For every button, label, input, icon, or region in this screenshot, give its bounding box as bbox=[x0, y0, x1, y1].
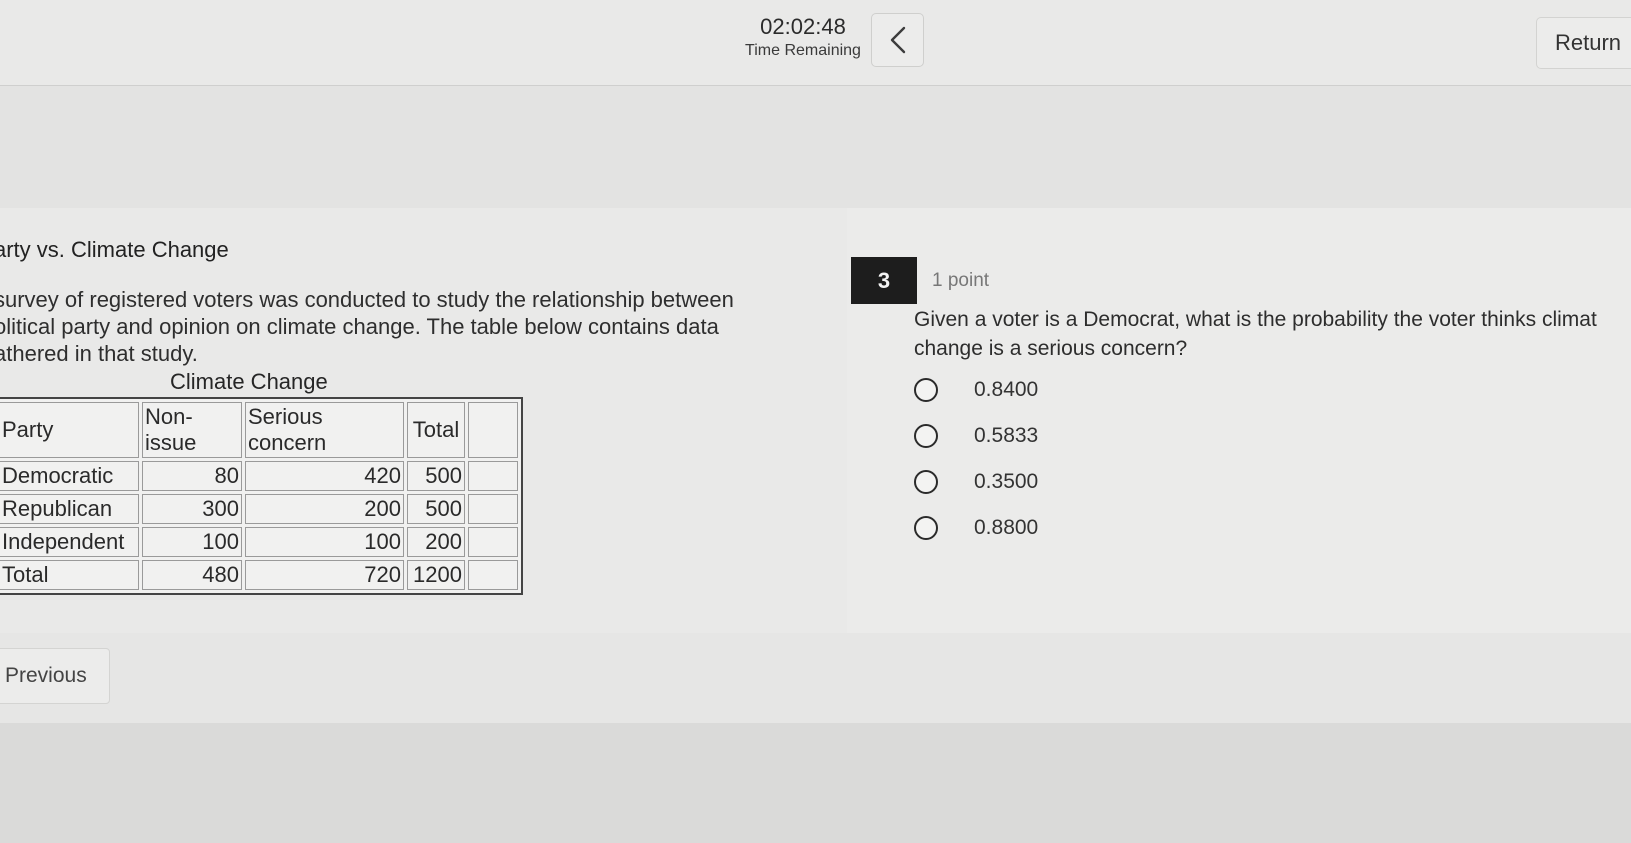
table-cell bbox=[468, 494, 518, 524]
question-line: change is a serious concern? bbox=[914, 337, 1188, 360]
table-header-cell: Non-issue bbox=[142, 402, 242, 458]
table-cell: 480 bbox=[142, 560, 242, 590]
radio-button[interactable] bbox=[914, 378, 938, 402]
table-cell: 500 bbox=[407, 461, 465, 491]
footer-bar bbox=[0, 633, 1631, 723]
answer-option[interactable]: 0.5833 bbox=[914, 420, 1038, 452]
collapse-timer-button[interactable] bbox=[871, 13, 924, 67]
timer-label: Time Remaining bbox=[745, 42, 861, 59]
passage-line: athered in that study. bbox=[0, 341, 198, 366]
radio-button[interactable] bbox=[914, 424, 938, 448]
answer-option-label[interactable]: 0.8800 bbox=[974, 516, 1038, 540]
table-cell: Independent bbox=[0, 527, 139, 557]
table-cell: 1200 bbox=[407, 560, 465, 590]
table-cell: 720 bbox=[245, 560, 404, 590]
passage-line: olitical party and opinion on climate ch… bbox=[0, 314, 719, 339]
table-cell bbox=[468, 560, 518, 590]
radio-button[interactable] bbox=[914, 470, 938, 494]
table-cell: Total bbox=[0, 560, 139, 590]
table-header-row: Party Non-issue Serious concern Total bbox=[0, 402, 518, 458]
table-row: Democratic 80 420 500 bbox=[0, 461, 518, 491]
answer-option[interactable]: 0.8800 bbox=[914, 512, 1038, 544]
timer-value: 02:02:48 bbox=[760, 14, 846, 39]
table-cell bbox=[468, 527, 518, 557]
answer-option[interactable]: 0.8400 bbox=[914, 374, 1038, 406]
table-header-cell bbox=[468, 402, 518, 458]
table-cell: 420 bbox=[245, 461, 404, 491]
question-points: 1 point bbox=[932, 270, 990, 291]
table-header-cell: Serious concern bbox=[245, 402, 404, 458]
table-header-cell: Party bbox=[0, 402, 139, 458]
return-button[interactable]: Return bbox=[1536, 17, 1631, 69]
table-header-cell: Total bbox=[407, 402, 465, 458]
radio-button[interactable] bbox=[914, 516, 938, 540]
passage-line: survey of registered voters was conducte… bbox=[0, 287, 734, 312]
page-bottom bbox=[0, 723, 1631, 843]
answer-option[interactable]: 0.3500 bbox=[914, 466, 1038, 498]
chevron-left-icon bbox=[890, 26, 905, 54]
answer-option-label[interactable]: 0.5833 bbox=[974, 424, 1038, 448]
top-bar: 02:02:48 Time Remaining Return bbox=[0, 0, 1631, 86]
answer-option-label[interactable]: 0.8400 bbox=[974, 378, 1038, 402]
timer: 02:02:48 Time Remaining bbox=[732, 16, 874, 59]
answer-option-label[interactable]: 0.3500 bbox=[974, 470, 1038, 494]
table-cell: 80 bbox=[142, 461, 242, 491]
table-cell: Democratic bbox=[0, 461, 139, 491]
table-cell: 500 bbox=[407, 494, 465, 524]
table-row: Independent 100 100 200 bbox=[0, 527, 518, 557]
party-climate-table: Party Non-issue Serious concern Total De… bbox=[0, 397, 523, 595]
question-text: Given a voter is a Democrat, what is the… bbox=[914, 305, 1631, 363]
passage-text: survey of registered voters was conducte… bbox=[0, 286, 774, 367]
table-cell: 100 bbox=[142, 527, 242, 557]
table-cell: 300 bbox=[142, 494, 242, 524]
table-row: Total 480 720 1200 bbox=[0, 560, 518, 590]
header-band bbox=[0, 86, 1631, 208]
question-line: Given a voter is a Democrat, what is the… bbox=[914, 308, 1597, 331]
table-cell: 100 bbox=[245, 527, 404, 557]
question-number-badge: 3 bbox=[851, 257, 917, 304]
table-cell: Republican bbox=[0, 494, 139, 524]
table-caption: Climate Change bbox=[170, 369, 328, 394]
passage-title: arty vs. Climate Change bbox=[0, 237, 229, 262]
table-cell bbox=[468, 461, 518, 491]
table-row: Republican 300 200 500 bbox=[0, 494, 518, 524]
table-cell: 200 bbox=[407, 527, 465, 557]
table-cell: 200 bbox=[245, 494, 404, 524]
previous-button[interactable]: Previous bbox=[0, 648, 110, 704]
